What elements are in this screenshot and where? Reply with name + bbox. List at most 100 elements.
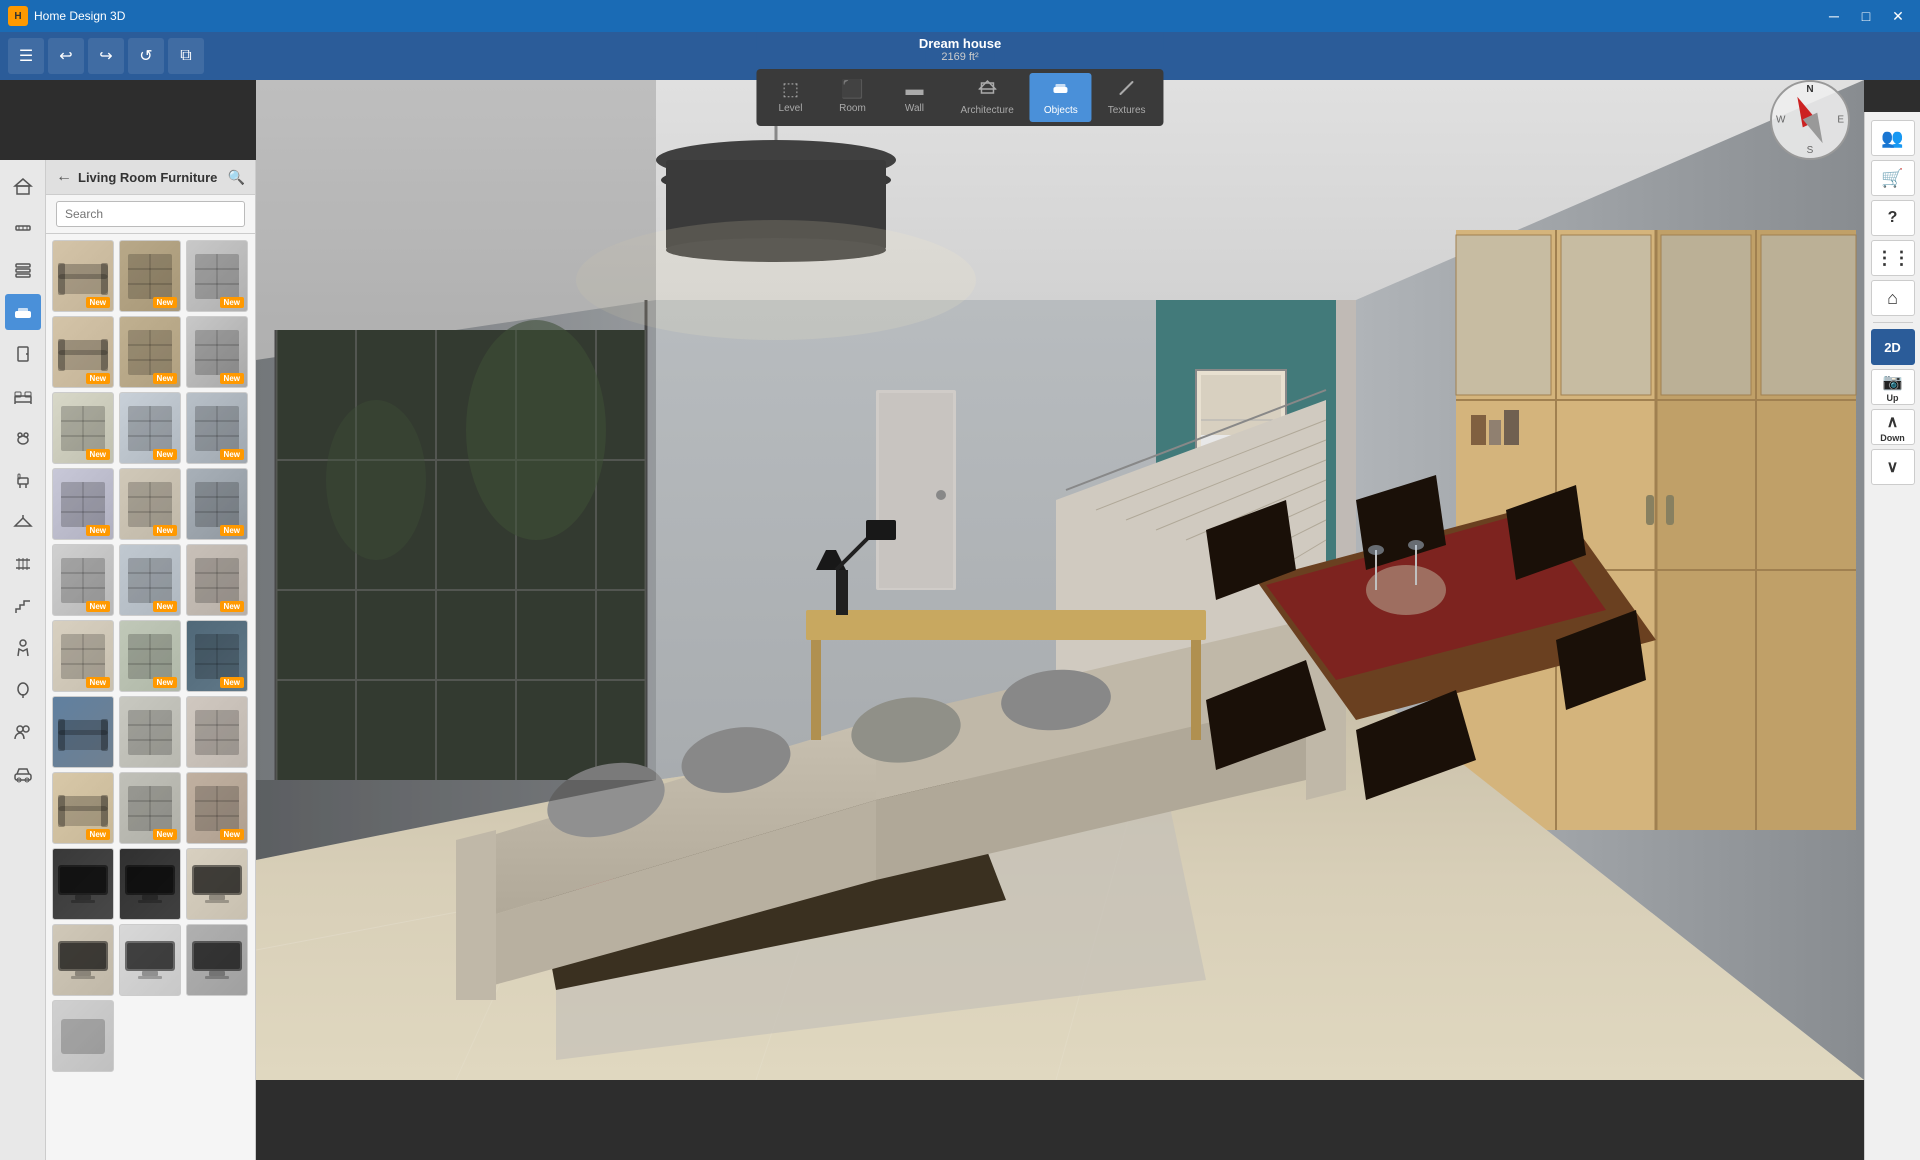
sidebar-fence-icon[interactable]: [5, 546, 41, 582]
app-icon: H: [8, 6, 28, 26]
furniture-item[interactable]: [119, 696, 181, 768]
room-icon: ⬛: [841, 79, 863, 100]
furniture-item[interactable]: [119, 848, 181, 920]
cart-button[interactable]: 🛒: [1871, 160, 1915, 196]
sidebar-bed-icon[interactable]: [5, 378, 41, 414]
furniture-item[interactable]: New: [186, 392, 248, 464]
copy-button[interactable]: ⧉: [168, 38, 204, 74]
furniture-item[interactable]: New: [186, 544, 248, 616]
furniture-item[interactable]: New: [119, 468, 181, 540]
furniture-preview: [53, 1009, 113, 1064]
sidebar-group-icon[interactable]: [5, 714, 41, 750]
furniture-preview: [120, 781, 180, 836]
furniture-item[interactable]: New: [186, 468, 248, 540]
2d-button[interactable]: 2D: [1871, 329, 1915, 365]
furniture-item[interactable]: New: [186, 772, 248, 844]
sidebar-layers-icon[interactable]: [5, 252, 41, 288]
search-input[interactable]: [56, 201, 245, 227]
sidebar-home-icon[interactable]: [5, 168, 41, 204]
sidebar-pet-icon[interactable]: [5, 420, 41, 456]
furniture-preview: [53, 857, 113, 912]
more-button[interactable]: ⋮⋮: [1871, 240, 1915, 276]
furniture-preview: [120, 933, 180, 988]
furniture-item[interactable]: New: [52, 772, 114, 844]
new-badge: New: [220, 373, 244, 384]
furniture-preview: [53, 325, 113, 380]
new-badge: New: [86, 525, 110, 536]
furniture-item[interactable]: New: [119, 392, 181, 464]
tab-room-label: Room: [839, 103, 866, 114]
undo-button[interactable]: ↩: [48, 38, 84, 74]
center-navigation: Dream house 2169 ft² ⬚ Level ⬛ Room ▬ Wa…: [756, 32, 1163, 126]
furniture-preview: [53, 705, 113, 760]
furniture-item[interactable]: New: [52, 392, 114, 464]
menu-button[interactable]: ☰: [8, 38, 44, 74]
furniture-item[interactable]: New: [119, 772, 181, 844]
furniture-item[interactable]: New: [119, 620, 181, 692]
compass-circle: N S E W: [1770, 80, 1850, 160]
furniture-preview: [187, 705, 247, 760]
sidebar-door-icon[interactable]: [5, 336, 41, 372]
sidebar-person-icon[interactable]: [5, 630, 41, 666]
sidebar-car-icon[interactable]: [5, 756, 41, 792]
account-button[interactable]: ⌂: [1871, 280, 1915, 316]
sidebar-hanger-icon[interactable]: [5, 504, 41, 540]
furniture-item[interactable]: New: [52, 240, 114, 312]
furniture-preview: [120, 477, 180, 532]
close-button[interactable]: ✕: [1884, 2, 1912, 30]
sidebar-stairs-icon[interactable]: [5, 588, 41, 624]
furniture-item[interactable]: [52, 696, 114, 768]
furniture-item[interactable]: New: [119, 240, 181, 312]
furniture-item[interactable]: New: [52, 544, 114, 616]
search-toggle-button[interactable]: 🔍: [228, 169, 245, 186]
3d-viewport[interactable]: [256, 80, 1864, 1080]
redo-button[interactable]: ↪: [88, 38, 124, 74]
new-badge: New: [153, 829, 177, 840]
furniture-item[interactable]: [52, 848, 114, 920]
furniture-item[interactable]: New: [52, 468, 114, 540]
tab-objects[interactable]: Objects: [1030, 73, 1092, 122]
rotate-button[interactable]: ↺: [128, 38, 164, 74]
new-badge: New: [153, 525, 177, 536]
furniture-item[interactable]: New: [119, 316, 181, 388]
furniture-item[interactable]: New: [119, 544, 181, 616]
sidebar-chair-icon[interactable]: [5, 462, 41, 498]
new-badge: New: [220, 525, 244, 536]
up-button[interactable]: ∧ Down: [1871, 409, 1915, 445]
compass-north: N: [1806, 84, 1813, 95]
new-badge: New: [153, 297, 177, 308]
down-button[interactable]: ∨: [1871, 449, 1915, 485]
tab-level[interactable]: ⬚ Level: [760, 73, 820, 122]
panel-title: Living Room Furniture: [78, 170, 222, 185]
furniture-item[interactable]: New: [186, 316, 248, 388]
aerial-button[interactable]: 📷 Up: [1871, 369, 1915, 405]
up-icon: ∧: [1887, 412, 1899, 432]
furniture-preview: [187, 325, 247, 380]
sidebar-ruler-icon[interactable]: [5, 210, 41, 246]
furniture-item[interactable]: New: [52, 620, 114, 692]
tab-room[interactable]: ⬛ Room: [822, 73, 882, 122]
furniture-item[interactable]: [52, 1000, 114, 1072]
back-button[interactable]: ←: [56, 168, 72, 186]
maximize-button[interactable]: □: [1852, 2, 1880, 30]
furniture-item[interactable]: [186, 924, 248, 996]
aerial-label: Up: [1887, 393, 1899, 403]
tab-wall[interactable]: ▬ Wall: [884, 73, 944, 122]
furniture-item[interactable]: [186, 848, 248, 920]
furniture-item[interactable]: New: [52, 316, 114, 388]
new-badge: New: [153, 677, 177, 688]
furniture-item[interactable]: [186, 696, 248, 768]
furniture-item[interactable]: [119, 924, 181, 996]
furniture-item[interactable]: [52, 924, 114, 996]
tab-architecture[interactable]: Architecture: [946, 73, 1027, 122]
sidebar-objects-icon[interactable]: [5, 294, 41, 330]
furniture-preview: [53, 477, 113, 532]
people-button[interactable]: 👥: [1871, 120, 1915, 156]
help-button[interactable]: ?: [1871, 200, 1915, 236]
minimize-button[interactable]: ─: [1820, 2, 1848, 30]
tab-textures[interactable]: Textures: [1094, 73, 1160, 122]
furniture-item[interactable]: New: [186, 240, 248, 312]
furniture-item[interactable]: New: [186, 620, 248, 692]
tab-objects-label: Objects: [1044, 105, 1078, 116]
sidebar-plant-icon[interactable]: [5, 672, 41, 708]
